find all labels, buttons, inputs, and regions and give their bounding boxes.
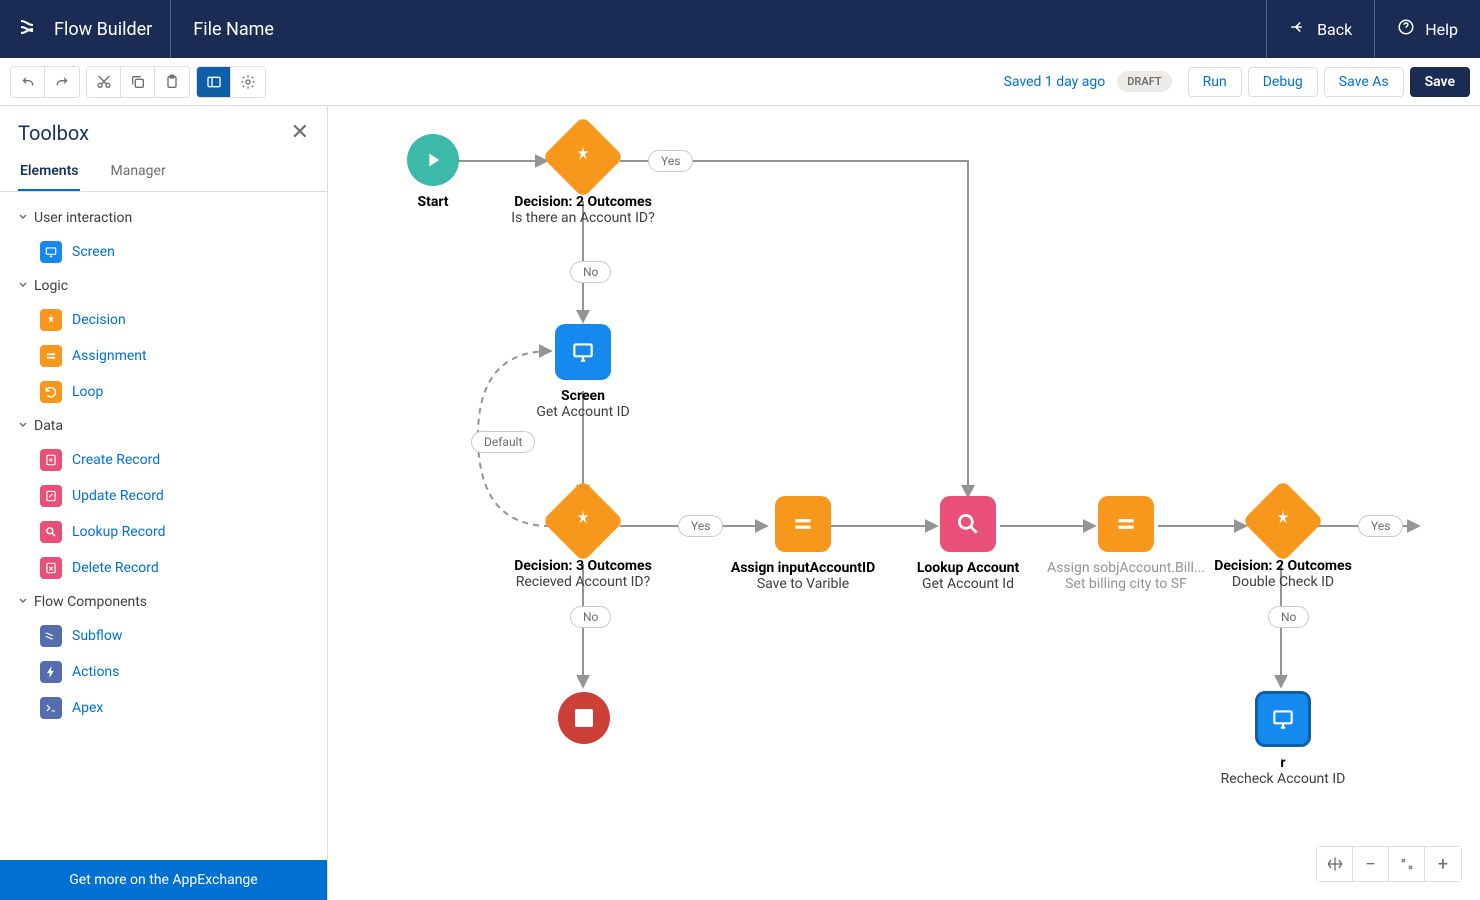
chevron-down-icon <box>18 418 28 434</box>
settings-button[interactable] <box>231 67 265 97</box>
appexchange-button[interactable]: Get more on the AppExchange <box>0 860 327 900</box>
group-header[interactable]: User interaction <box>0 202 327 234</box>
top-bar: Flow Builder File Name Back Help <box>0 0 1480 58</box>
node-assign-1[interactable]: Assign inputAccountID Save to Varible <box>713 496 893 592</box>
zoom-controls: − + <box>1316 846 1462 882</box>
arrow-left-icon <box>1289 18 1307 40</box>
brand-label: Flow Builder <box>54 19 152 40</box>
save-as-button[interactable]: Save As <box>1324 67 1404 97</box>
update-icon <box>40 485 62 507</box>
group-label: Data <box>34 418 63 434</box>
toolbox-item-actions[interactable]: Actions <box>0 654 327 690</box>
undo-button[interactable] <box>11 67 45 97</box>
node-start[interactable]: Start <box>378 134 488 210</box>
node-stop[interactable] <box>556 692 611 752</box>
edge-label-no: No <box>1268 606 1309 628</box>
debug-button[interactable]: Debug <box>1248 67 1318 97</box>
toolbox-item-label: Update Record <box>72 488 164 504</box>
toolbox-item-decision[interactable]: Decision <box>0 302 327 338</box>
toolbox-item-assignment[interactable]: Assignment <box>0 338 327 374</box>
redo-button[interactable] <box>45 67 79 97</box>
chevron-down-icon <box>18 594 28 610</box>
toolbox-item-label: Decision <box>72 312 126 328</box>
toolbox-item-loop[interactable]: Loop <box>0 374 327 410</box>
toolbox-item-screen[interactable]: Screen <box>0 234 327 270</box>
group-label: User interaction <box>34 210 132 226</box>
toolbox-item-create[interactable]: Create Record <box>0 442 327 478</box>
toolbox-item-label: Loop <box>72 384 103 400</box>
chevron-down-icon <box>18 278 28 294</box>
edge-label-default: Default <box>471 431 535 453</box>
node-lookup[interactable]: Lookup Account Get Account Id <box>903 496 1033 592</box>
tab-manager[interactable]: Manager <box>108 153 167 191</box>
run-button[interactable]: Run <box>1188 67 1242 97</box>
toolbox-item-label: Delete Record <box>72 560 159 576</box>
pan-button[interactable] <box>1317 847 1353 881</box>
zoom-out-button[interactable]: − <box>1353 847 1389 881</box>
group-label: Logic <box>34 278 68 294</box>
back-button[interactable]: Back <box>1266 0 1374 58</box>
toolbox-item-label: Lookup Record <box>72 524 166 540</box>
flow-logo-icon <box>18 15 42 43</box>
chevron-down-icon <box>18 210 28 226</box>
toolbox-item-label: Create Record <box>72 452 160 468</box>
toolbox-panel: Toolbox ✕ Elements Manager User interact… <box>0 106 328 900</box>
edge-label-no: No <box>570 606 611 628</box>
toolbox-item-apex[interactable]: Apex <box>0 690 327 726</box>
toolbox-item-label: Apex <box>72 700 103 716</box>
node-decision-2[interactable]: Decision: 3 Outcomes Recieved Account ID… <box>498 492 668 590</box>
actions-icon <box>40 661 62 683</box>
toolbox-item-label: Actions <box>72 664 119 680</box>
create-icon <box>40 449 62 471</box>
zoom-fit-button[interactable] <box>1389 847 1425 881</box>
brand: Flow Builder <box>0 0 171 58</box>
question-icon <box>1397 18 1415 40</box>
copy-button[interactable] <box>121 67 155 97</box>
file-name[interactable]: File Name <box>171 19 1266 40</box>
lookup-icon <box>40 521 62 543</box>
group-header[interactable]: Logic <box>0 270 327 302</box>
toolbox-item-label: Subflow <box>72 628 122 644</box>
help-button[interactable]: Help <box>1374 0 1480 58</box>
group-header[interactable]: Data <box>0 410 327 442</box>
back-label: Back <box>1317 20 1352 39</box>
node-decision-1[interactable]: Decision: 2 Outcomes Is there an Account… <box>498 128 668 226</box>
tab-elements[interactable]: Elements <box>18 153 80 191</box>
toolbox-item-subflow[interactable]: Subflow <box>0 618 327 654</box>
group-header[interactable]: Flow Components <box>0 586 327 618</box>
help-label: Help <box>1425 20 1458 39</box>
zoom-in-button[interactable]: + <box>1425 847 1461 881</box>
delete-icon <box>40 557 62 579</box>
toolbox-item-label: Assignment <box>72 348 147 364</box>
flow-canvas[interactable]: Yes No Default Yes No Yes No Start Decis… <box>328 106 1480 900</box>
save-button[interactable]: Save <box>1410 67 1470 97</box>
decision-icon <box>40 309 62 331</box>
screen-icon <box>40 241 62 263</box>
toolbox-item-delete[interactable]: Delete Record <box>0 550 327 586</box>
toolbar: Saved 1 day ago DRAFT Run Debug Save As … <box>0 58 1480 106</box>
close-icon[interactable]: ✕ <box>291 120 309 145</box>
paste-button[interactable] <box>155 67 189 97</box>
apex-icon <box>40 697 62 719</box>
toolbox-item-lookup[interactable]: Lookup Record <box>0 514 327 550</box>
toolbox-item-update[interactable]: Update Record <box>0 478 327 514</box>
edge-label-no: No <box>570 261 611 283</box>
toolbox-item-label: Screen <box>72 244 115 260</box>
draft-badge: DRAFT <box>1117 71 1171 92</box>
node-decision-3[interactable]: Decision: 2 Outcomes Double Check ID <box>1198 492 1368 590</box>
node-screen-2[interactable]: r Recheck Account ID <box>1198 691 1368 787</box>
subflow-icon <box>40 625 62 647</box>
toggle-toolbox-button[interactable] <box>197 67 231 97</box>
toolbox-title: Toolbox <box>18 121 89 145</box>
group-label: Flow Components <box>34 594 147 610</box>
loop-icon <box>40 381 62 403</box>
node-screen-1[interactable]: Screen Get Account ID <box>513 324 653 420</box>
assignment-icon <box>40 345 62 367</box>
cut-button[interactable] <box>87 67 121 97</box>
node-assign-2[interactable]: Assign sobjAccount.Bill... Set billing c… <box>1036 496 1216 592</box>
saved-status: Saved 1 day ago <box>1004 74 1106 90</box>
